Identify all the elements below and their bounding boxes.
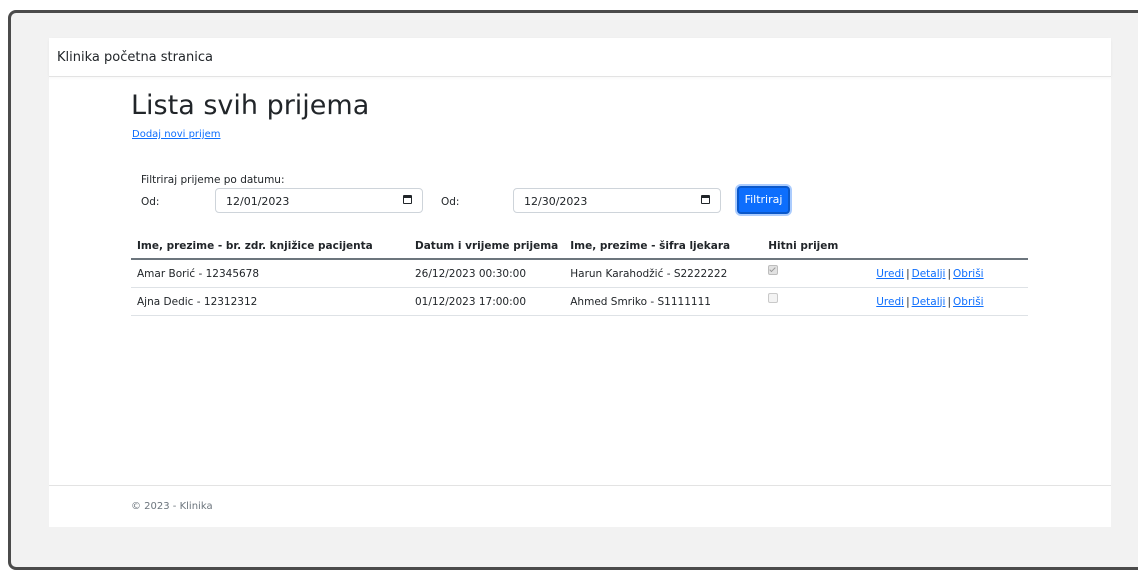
- doctor-cell: Ahmed Smriko - S1111111: [564, 287, 763, 316]
- urgent-checkbox-unchecked: [768, 293, 779, 303]
- patient-cell: Ajna Dedic - 12312312: [131, 287, 409, 316]
- doctor-cell: Harun Karahodžić - S2222222: [564, 259, 763, 288]
- calendar-icon[interactable]: [403, 195, 412, 204]
- from-date-input[interactable]: 12/01/2023: [215, 188, 423, 213]
- page-title: Lista svih prijema: [131, 90, 370, 121]
- to-date-input[interactable]: 12/30/2023: [513, 188, 721, 213]
- add-new-admission-link[interactable]: Dodaj novi prijem: [132, 129, 221, 140]
- datetime-cell: 26/12/2023 00:30:00: [409, 259, 565, 288]
- to-date-label: Od:: [441, 196, 460, 208]
- column-header-doctor: Ime, prezime - šifra ljekara: [564, 233, 763, 260]
- from-date-value: 12/01/2023: [226, 195, 290, 208]
- separator: |: [947, 267, 952, 280]
- to-date-value: 12/30/2023: [524, 195, 588, 208]
- urgent-cell: [762, 287, 871, 316]
- table-header-row: Ime, prezime - br. zdr. knjižice pacijen…: [131, 233, 1028, 260]
- urgent-checkbox-checked: [768, 265, 779, 275]
- separator: |: [947, 295, 952, 308]
- navbar: Klinika početna stranica: [49, 38, 1111, 77]
- filter-label: Filtriraj prijeme po datumu:: [141, 174, 285, 186]
- details-link[interactable]: Detalji: [912, 296, 946, 308]
- copyright-text: © 2023 - Klinika: [131, 501, 213, 512]
- column-header-patient: Ime, prezime - br. zdr. knjižice pacijen…: [131, 233, 409, 260]
- edit-link[interactable]: Uredi: [876, 296, 904, 308]
- column-header-datetime: Datum i vrijeme prijema: [409, 233, 565, 260]
- admissions-table: Ime, prezime - br. zdr. knjižice pacijen…: [131, 233, 1028, 316]
- delete-link[interactable]: Obriši: [953, 268, 984, 280]
- column-header-actions: [870, 233, 1028, 260]
- from-date-label: Od:: [141, 196, 160, 208]
- app-content: Klinika početna stranica Lista svih prij…: [49, 38, 1111, 527]
- actions-cell: Uredi | Detalji | Obriši: [870, 287, 1028, 316]
- footer: © 2023 - Klinika: [49, 485, 1111, 527]
- delete-link[interactable]: Obriši: [953, 296, 984, 308]
- patient-cell: Amar Borić - 12345678: [131, 259, 409, 288]
- calendar-icon[interactable]: [701, 195, 710, 204]
- separator: |: [906, 267, 910, 280]
- column-header-urgent: Hitni prijem: [762, 233, 871, 260]
- navbar-brand-link[interactable]: Klinika početna stranica: [57, 50, 213, 65]
- filter-button[interactable]: Filtriraj: [737, 186, 790, 214]
- edit-link[interactable]: Uredi: [876, 268, 904, 280]
- datetime-cell: 01/12/2023 17:00:00: [409, 287, 565, 316]
- actions-cell: Uredi | Detalji | Obriši: [870, 259, 1028, 288]
- details-link[interactable]: Detalji: [912, 268, 946, 280]
- table-row: Ajna Dedic - 12312312 01/12/2023 17:00:0…: [131, 287, 1028, 316]
- table-row: Amar Borić - 12345678 26/12/2023 00:30:0…: [131, 259, 1028, 288]
- urgent-cell: [762, 259, 871, 288]
- separator: |: [906, 295, 910, 308]
